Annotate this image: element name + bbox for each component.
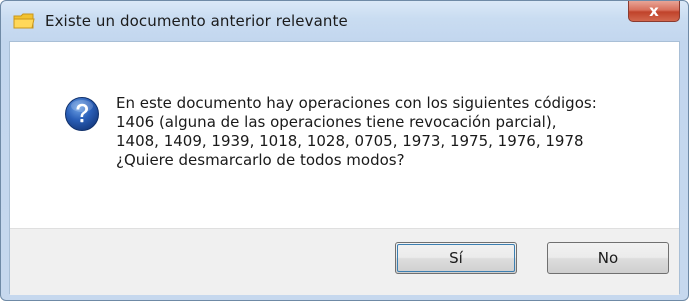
yes-button[interactable]: Sí: [395, 242, 517, 274]
close-button[interactable]: x: [628, 1, 680, 22]
question-icon: [64, 96, 100, 132]
folder-icon: [13, 11, 35, 31]
button-bar: Sí No: [10, 228, 679, 295]
message-text: En este documento hay operaciones con lo…: [116, 94, 597, 170]
dialog-title: Existe un documento anterior relevante: [45, 12, 348, 30]
close-icon: x: [649, 2, 659, 20]
message-area: En este documento hay operaciones con lo…: [10, 42, 679, 228]
message-line: En este documento hay operaciones con lo…: [116, 94, 597, 112]
dialog-window: Existe un documento anterior relevante x: [0, 0, 689, 301]
dialog-body: En este documento hay operaciones con lo…: [9, 41, 680, 295]
message-line: ¿Quiere desmarcarlo de todos modos?: [116, 151, 405, 169]
no-button[interactable]: No: [547, 242, 669, 274]
message-line: 1408, 1409, 1939, 1018, 1028, 0705, 1973…: [116, 132, 584, 150]
message-line: 1406 (alguna de las operaciones tiene re…: [116, 113, 557, 131]
title-bar[interactable]: Existe un documento anterior relevante x: [1, 1, 688, 41]
